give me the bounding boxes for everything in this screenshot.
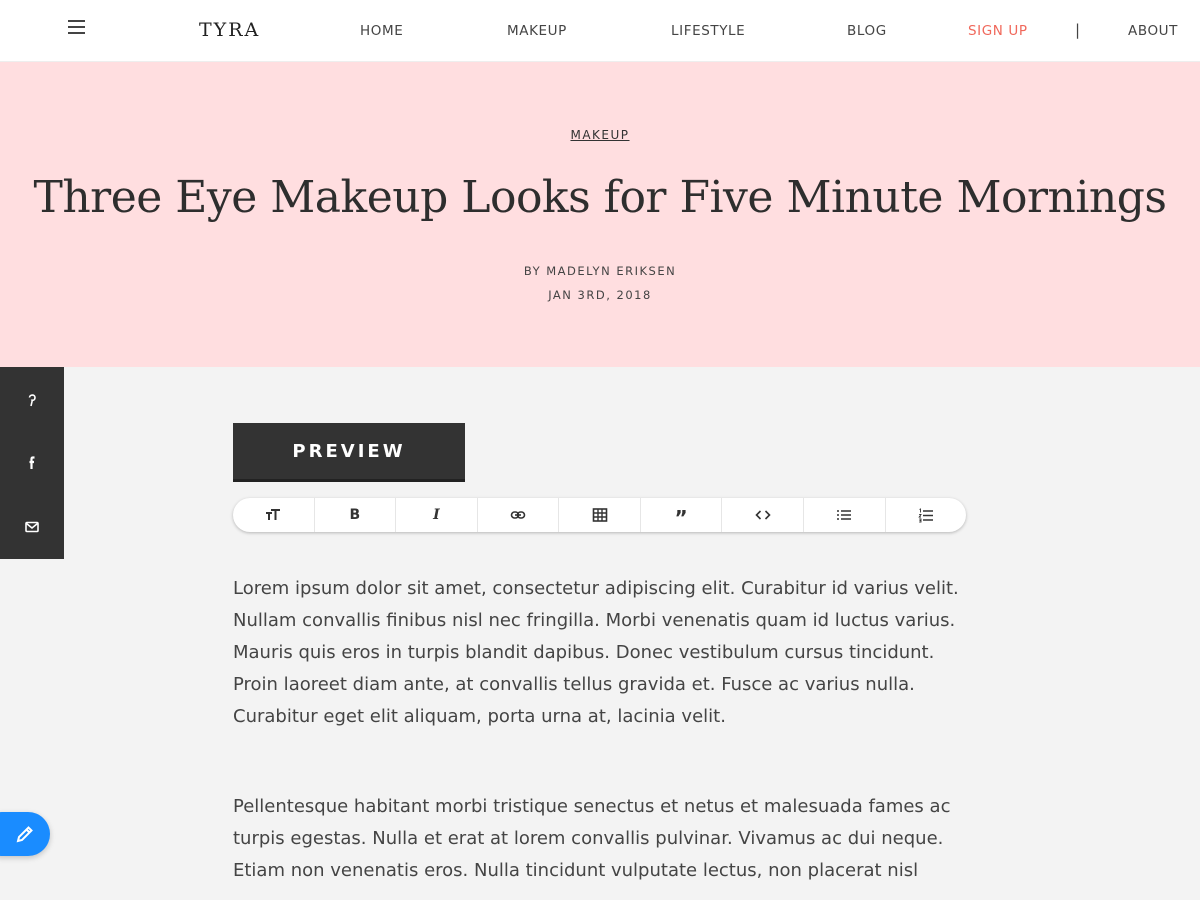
preview-button[interactable]: PREVIEW bbox=[233, 423, 465, 482]
facebook-share-button[interactable] bbox=[0, 431, 64, 495]
italic-icon: I bbox=[433, 507, 440, 523]
site-logo[interactable]: TYRA bbox=[199, 19, 260, 41]
pinterest-icon bbox=[28, 394, 36, 407]
link-icon bbox=[510, 511, 526, 519]
pinterest-share-button[interactable] bbox=[0, 367, 64, 431]
code-icon bbox=[755, 510, 771, 520]
editor-toolbar: B I ” bbox=[233, 498, 966, 532]
nav-sign-up[interactable]: SIGN UP bbox=[968, 23, 1028, 39]
article-paragraph: Pellentesque habitant morbi tristique se… bbox=[233, 796, 951, 881]
numbered-list-button[interactable] bbox=[886, 498, 967, 532]
quote-icon: ” bbox=[674, 506, 688, 530]
bold-icon: B bbox=[349, 507, 361, 523]
category-link[interactable]: MAKEUP bbox=[570, 128, 629, 142]
nav-separator: | bbox=[1075, 21, 1081, 39]
link-button[interactable] bbox=[478, 498, 560, 532]
edit-button[interactable] bbox=[0, 812, 50, 856]
bullet-list-button[interactable] bbox=[804, 498, 886, 532]
text-size-button[interactable] bbox=[233, 498, 315, 532]
text-size-icon bbox=[266, 509, 281, 520]
article-title: Three Eye Makeup Looks for Five Minute M… bbox=[33, 172, 1167, 223]
quote-button[interactable]: ” bbox=[641, 498, 723, 532]
article-paragraph: Lorem ipsum dolor sit amet, consectetur … bbox=[233, 578, 959, 727]
article-byline: BY MADELYN ERIKSEN bbox=[523, 264, 677, 278]
nav-blog[interactable]: BLOG bbox=[847, 23, 887, 39]
facebook-icon bbox=[29, 456, 35, 469]
nav-lifestyle[interactable]: LIFESTYLE bbox=[671, 23, 745, 39]
article-date: JAN 3RD, 2018 bbox=[548, 288, 652, 302]
top-navigation-bar: TYRA HOME MAKEUP LIFESTYLE BLOG SIGN UP … bbox=[0, 0, 1200, 62]
email-share-button[interactable] bbox=[0, 495, 64, 559]
bullet-list-icon bbox=[837, 510, 852, 520]
nav-makeup[interactable]: MAKEUP bbox=[507, 23, 567, 39]
email-icon bbox=[25, 521, 39, 533]
hamburger-menu-icon[interactable] bbox=[68, 20, 88, 38]
social-share-sidebar bbox=[0, 367, 64, 559]
table-icon bbox=[592, 508, 607, 522]
nav-about[interactable]: ABOUT bbox=[1128, 23, 1178, 39]
pencil-icon bbox=[16, 826, 33, 843]
article-category: MAKEUP bbox=[0, 128, 1200, 142]
numbered-list-icon bbox=[918, 508, 933, 523]
code-button[interactable] bbox=[722, 498, 804, 532]
nav-home[interactable]: HOME bbox=[360, 23, 403, 39]
table-button[interactable] bbox=[559, 498, 641, 532]
italic-button[interactable]: I bbox=[396, 498, 478, 532]
article-body: Lorem ipsum dolor sit amet, consectetur … bbox=[233, 573, 968, 900]
article-hero: MAKEUP Three Eye Makeup Looks for Five M… bbox=[0, 62, 1200, 367]
bold-button[interactable]: B bbox=[315, 498, 397, 532]
